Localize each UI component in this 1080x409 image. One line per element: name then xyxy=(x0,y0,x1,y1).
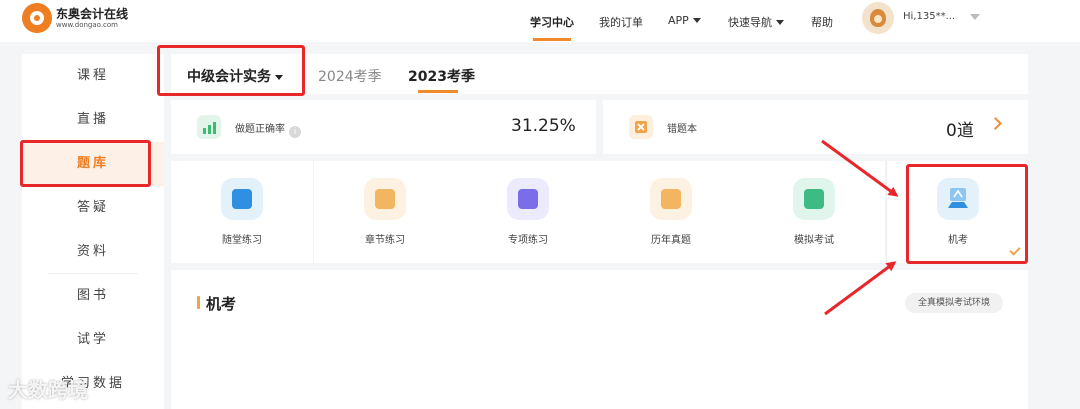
chapter-book-icon xyxy=(364,178,406,220)
sidebar: 课程 直播 题库 答疑 资料 图书 试学 学习数据 xyxy=(22,54,164,409)
chevron-down-icon xyxy=(692,18,701,23)
bar-chart-icon xyxy=(197,115,221,139)
video-icon xyxy=(221,178,263,220)
wrongbook-card[interactable]: 错题本 0道 xyxy=(603,100,1028,154)
brand-name: 东奥会计在线 xyxy=(56,6,129,21)
nav-quick-nav-label: 快速导航 xyxy=(728,16,772,29)
sidebar-item-trial[interactable]: 试学 xyxy=(22,318,164,362)
past-papers-icon xyxy=(650,178,692,220)
nav-active-indicator xyxy=(533,38,571,41)
accuracy-label: 做题正确率 xyxy=(235,124,285,135)
computer-exam-section: 机考 全真模拟考试环境 xyxy=(171,270,1028,409)
section-title: 机考 xyxy=(206,295,237,313)
logo[interactable]: 东奥会计在线 www.dongao.com xyxy=(22,3,128,33)
logo-icon xyxy=(22,3,52,33)
chevron-down-icon xyxy=(776,20,784,25)
accuracy-value: 31.25% xyxy=(511,116,576,136)
special-topic-icon xyxy=(507,178,549,220)
annotation-box-computer-exam xyxy=(906,164,1028,264)
nav-quick-nav[interactable]: 快速导航 xyxy=(728,14,784,30)
practice-label: 历年真题 xyxy=(651,235,691,246)
sidebar-item-materials[interactable]: 资料 xyxy=(22,230,164,274)
annotation-box-subject xyxy=(157,45,305,96)
nav-help[interactable]: 帮助 xyxy=(811,14,833,30)
nav-my-orders[interactable]: 我的订单 xyxy=(599,14,643,30)
tab-2024-season[interactable]: 2024考季 xyxy=(318,66,382,86)
top-header: 东奥会计在线 www.dongao.com 学习中心 我的订单 APP 快速导航… xyxy=(0,0,1080,42)
practice-card-mock-exam[interactable]: 模拟考试 xyxy=(743,161,885,263)
wrong-book-icon xyxy=(629,115,653,139)
sidebar-item-courses[interactable]: 课程 xyxy=(22,54,164,98)
user-menu-chevron-icon[interactable] xyxy=(970,14,980,20)
tab-2023-season[interactable]: 2023考季 xyxy=(408,66,475,86)
user-greeting[interactable]: Hi,135**... xyxy=(903,11,955,22)
practice-label: 随堂练习 xyxy=(222,235,262,246)
chevron-right-icon[interactable] xyxy=(989,117,1002,130)
lion-mascot-icon xyxy=(870,9,886,27)
avatar[interactable] xyxy=(862,2,894,34)
wrongbook-value: 0道 xyxy=(946,121,974,141)
practice-cards: 随堂练习 章节练习 专项练习 历年真题 模拟考试 机考 xyxy=(171,161,1028,263)
wrongbook-label: 错题本 xyxy=(667,124,697,135)
watermark: 大数跨境 xyxy=(8,378,88,402)
nav-app[interactable]: APP xyxy=(668,14,701,27)
practice-card-classroom[interactable]: 随堂练习 xyxy=(171,161,313,263)
nav-study-center[interactable]: 学习中心 xyxy=(530,14,574,30)
tab-active-indicator xyxy=(418,90,458,93)
practice-label: 专项练习 xyxy=(508,235,548,246)
sidebar-item-books[interactable]: 图书 xyxy=(22,274,164,318)
mock-exam-icon xyxy=(793,178,835,220)
section-accent-bar xyxy=(197,296,200,309)
annotation-box-question-bank xyxy=(20,140,151,187)
practice-card-past-exams[interactable]: 历年真题 xyxy=(600,161,742,263)
exam-environment-badge[interactable]: 全真模拟考试环境 xyxy=(905,293,1003,313)
sidebar-item-live[interactable]: 直播 xyxy=(22,98,164,142)
practice-label: 章节练习 xyxy=(365,235,405,246)
practice-card-special[interactable]: 专项练习 xyxy=(457,161,599,263)
brand-url: www.dongao.com xyxy=(56,20,118,29)
sidebar-item-qa[interactable]: 答疑 xyxy=(22,186,164,230)
practice-card-chapter[interactable]: 章节练习 xyxy=(314,161,456,263)
nav-app-label: APP xyxy=(668,14,689,27)
info-icon[interactable]: i xyxy=(289,126,301,138)
accuracy-card: 做题正确率 i 31.25% xyxy=(171,100,596,154)
practice-label: 模拟考试 xyxy=(794,235,834,246)
